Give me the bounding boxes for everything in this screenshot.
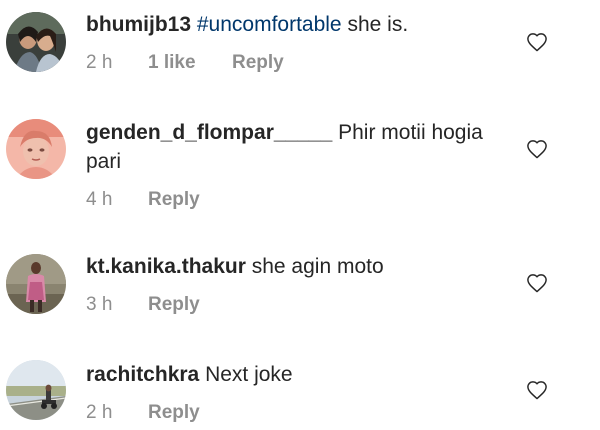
comment-text: kt.kanika.thakur she agin moto — [86, 252, 496, 281]
comment-time: 2 h — [86, 52, 113, 73]
avatar[interactable] — [6, 12, 66, 72]
profile-photo-road-icon — [6, 360, 66, 420]
heart-icon[interactable] — [526, 32, 548, 52]
comment-meta: 2 h 1 like Reply — [86, 51, 496, 75]
profile-photo-standing-person-icon — [6, 254, 66, 314]
heart-icon[interactable] — [526, 139, 548, 159]
comment-username[interactable]: bhumijb13 — [86, 13, 191, 36]
comment-meta: 4 h Reply — [86, 188, 496, 212]
comment-time: 4 h — [86, 189, 113, 210]
comment-meta: 3 h Reply — [86, 293, 496, 317]
comment-meta: 2 h Reply — [86, 401, 496, 425]
comment-body: rachitchkra Next joke 2 h Reply — [86, 360, 496, 425]
comment-body: genden_d_flompar_____ Phir motii hogia p… — [86, 118, 496, 212]
comment-username[interactable]: rachitchkra — [86, 363, 199, 386]
avatar[interactable] — [6, 360, 66, 420]
heart-icon[interactable] — [526, 273, 548, 293]
profile-photo-portrait-icon — [6, 119, 66, 179]
comment-body: bhumijb13 #uncomfortable she is. 2 h 1 l… — [86, 10, 496, 75]
comment-message: Next joke — [199, 363, 293, 386]
comment-hashtag[interactable]: #uncomfortable — [197, 13, 342, 36]
comment-username[interactable]: genden_d_flompar_____ — [86, 121, 332, 144]
comment-text: genden_d_flompar_____ Phir motii hogia p… — [86, 118, 496, 176]
comment-text: bhumijb13 #uncomfortable she is. — [86, 10, 496, 39]
comment-likes[interactable]: 1 like — [148, 52, 232, 74]
comment-body: kt.kanika.thakur she agin moto 3 h Reply — [86, 252, 496, 317]
reply-button[interactable]: Reply — [148, 294, 200, 316]
comment-time: 3 h — [86, 294, 113, 315]
comments-list: bhumijb13 #uncomfortable she is. 2 h 1 l… — [0, 0, 600, 430]
avatar[interactable] — [6, 254, 66, 314]
heart-icon[interactable] — [526, 380, 548, 400]
avatar[interactable] — [6, 119, 66, 179]
profile-photo-couple-icon — [6, 12, 66, 72]
comment-message: she is. — [341, 13, 409, 36]
reply-button[interactable]: Reply — [232, 52, 284, 74]
comment-message: she agin moto — [245, 255, 384, 278]
comment-username[interactable]: kt.kanika.thakur — [86, 255, 246, 278]
comment-text: rachitchkra Next joke — [86, 360, 496, 389]
comment-time: 2 h — [86, 402, 113, 423]
reply-button[interactable]: Reply — [148, 189, 200, 211]
reply-button[interactable]: Reply — [148, 402, 200, 424]
